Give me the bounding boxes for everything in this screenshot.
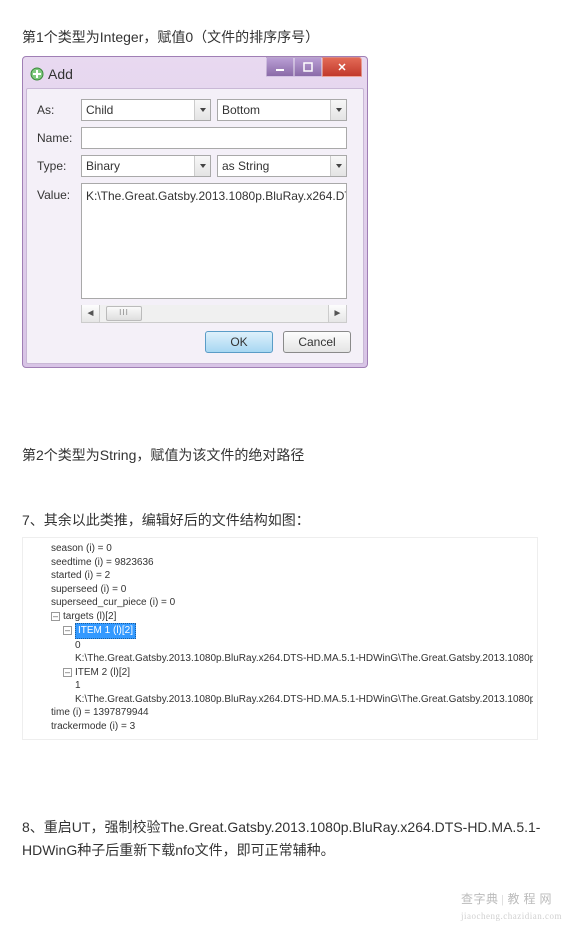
plus-icon: [30, 67, 44, 81]
scroll-right-icon[interactable]: ►: [328, 305, 346, 322]
type-combo-value: Binary: [86, 157, 120, 176]
tree-row: started (i) = 2: [51, 569, 533, 583]
tree-structure: season (i) = 0 seedtime (i) = 9823636 st…: [22, 537, 538, 740]
paragraph-step-7: 7、其余以此类推，编辑好后的文件结构如图：: [22, 509, 558, 531]
ok-button[interactable]: OK: [205, 331, 273, 353]
tree-row: 1: [51, 679, 533, 693]
label-name: Name:: [37, 129, 81, 148]
tree-row: season (i) = 0: [51, 542, 533, 556]
value-textarea[interactable]: K:\The.Great.Gatsby.2013.1080p.BluRay.x2…: [81, 183, 347, 299]
tree-row: K:\The.Great.Gatsby.2013.1080p.BluRay.x2…: [51, 693, 533, 707]
tree-row: –targets (l)[2]: [51, 610, 533, 624]
close-button[interactable]: [322, 57, 362, 77]
tree-row: 0: [51, 639, 533, 653]
label-value: Value:: [37, 183, 81, 205]
encoding-combo[interactable]: as String: [217, 155, 347, 177]
as-combo[interactable]: Child: [81, 99, 211, 121]
type-combo[interactable]: Binary: [81, 155, 211, 177]
position-combo-value: Bottom: [222, 101, 260, 120]
watermark: 查字典|教 程 网 jiaocheng.chazidian.com: [461, 890, 562, 923]
tree-row: superseed (i) = 0: [51, 583, 533, 597]
as-combo-value: Child: [86, 101, 113, 120]
chevron-down-icon: [194, 100, 210, 120]
label-type: Type:: [37, 157, 81, 176]
expand-icon[interactable]: –: [63, 668, 72, 677]
paragraph-step-8: 8、重启UT，强制校验The.Great.Gatsby.2013.1080p.B…: [22, 816, 558, 861]
footer: 查字典|教 程 网 jiaocheng.chazidian.com: [22, 887, 558, 917]
row-as: As: Child Bottom: [37, 99, 353, 121]
chevron-down-icon: [330, 100, 346, 120]
dialog-title: Add: [48, 63, 73, 85]
tree-row: K:\The.Great.Gatsby.2013.1080p.BluRay.x2…: [51, 652, 533, 666]
label-as: As:: [37, 101, 81, 120]
maximize-button[interactable]: [294, 57, 322, 77]
tree-row: trackermode (i) = 3: [51, 720, 533, 734]
scroll-left-icon[interactable]: ◄: [82, 305, 100, 322]
position-combo[interactable]: Bottom: [217, 99, 347, 121]
dialog-button-row: OK Cancel: [37, 323, 353, 355]
row-type: Type: Binary as String: [37, 155, 353, 177]
window-buttons: [266, 57, 362, 77]
paragraph-intro-2: 第2个类型为String，赋值为该文件的绝对路径: [22, 444, 558, 466]
paragraph-intro-1: 第1个类型为Integer，赋值0（文件的排序序号）: [22, 26, 558, 48]
add-dialog: Add As: Child Bottom Name: Type:: [22, 56, 368, 368]
expand-icon[interactable]: –: [51, 612, 60, 621]
chevron-down-icon: [330, 156, 346, 176]
expand-icon[interactable]: –: [63, 626, 72, 635]
tree-row: superseed_cur_piece (i) = 0: [51, 596, 533, 610]
tree-selected-item[interactable]: ITEM 1 (l)[2]: [75, 623, 136, 639]
minimize-button[interactable]: [266, 57, 294, 77]
titlebar[interactable]: Add: [26, 60, 364, 88]
encoding-combo-value: as String: [222, 157, 269, 176]
chevron-down-icon: [194, 156, 210, 176]
tree-row: –ITEM 1 (l)[2]: [51, 623, 533, 639]
tree-row: time (i) = 1397879944: [51, 706, 533, 720]
row-name: Name:: [37, 127, 353, 149]
tree-row: seedtime (i) = 9823636: [51, 556, 533, 570]
tree-row: –ITEM 2 (l)[2]: [51, 666, 533, 680]
scroll-track[interactable]: III: [100, 305, 328, 322]
name-input[interactable]: [81, 127, 347, 149]
cancel-button[interactable]: Cancel: [283, 331, 351, 353]
row-value: Value: K:\The.Great.Gatsby.2013.1080p.Bl…: [37, 183, 353, 299]
dialog-body: As: Child Bottom Name: Type: Binary as S…: [26, 88, 364, 364]
horizontal-scrollbar[interactable]: ◄ III ►: [81, 305, 347, 323]
scroll-thumb[interactable]: III: [106, 306, 142, 321]
